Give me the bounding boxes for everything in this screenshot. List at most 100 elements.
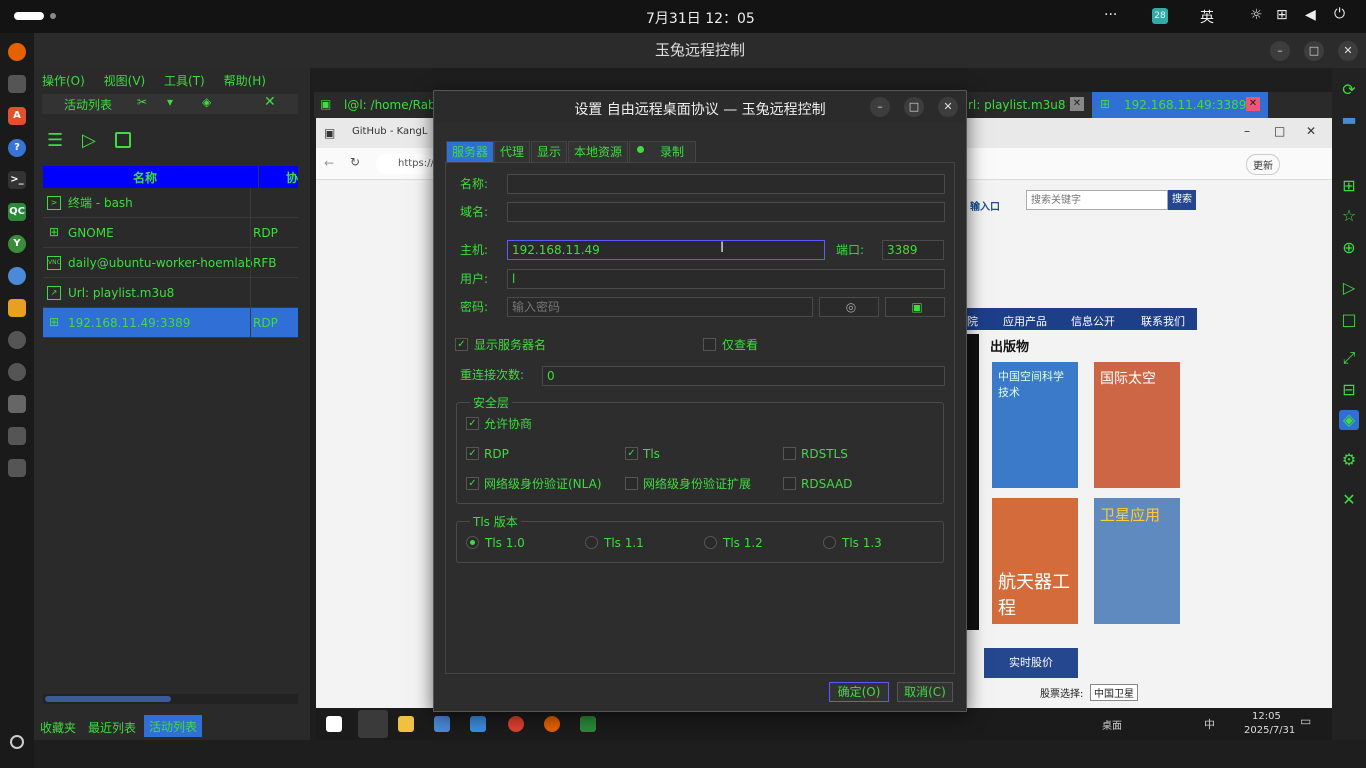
tools-icon[interactable]: ✂ <box>137 95 147 109</box>
cancel-button[interactable]: 取消(C) <box>897 682 953 702</box>
trash-icon[interactable] <box>8 459 26 477</box>
port-spinbox[interactable]: 3389 <box>882 240 944 260</box>
desktop-label[interactable]: 桌面 <box>1102 717 1122 732</box>
layers-icon[interactable]: ◈ <box>202 95 211 109</box>
reload-icon[interactable]: ↻ <box>350 155 360 169</box>
dialog-maximize-icon[interactable]: □ <box>904 97 924 117</box>
mail-icon[interactable] <box>470 716 486 732</box>
magazine-cover[interactable]: 中国空间科学技术 <box>992 362 1078 488</box>
win-ime[interactable]: 中 <box>1204 716 1215 732</box>
browser-close-icon[interactable]: ✕ <box>1306 124 1316 138</box>
tab-local-resources[interactable]: 本地资源 <box>568 141 629 163</box>
tab-proxy[interactable]: 代理 <box>494 141 531 163</box>
folder-icon[interactable]: ▬ <box>1339 110 1359 130</box>
input-method[interactable]: 英 <box>1200 7 1214 27</box>
magazine-cover[interactable]: 卫星应用 <box>1094 498 1180 624</box>
browser-minimize-icon[interactable]: – <box>1244 124 1250 138</box>
settings-app-icon[interactable] <box>8 363 26 381</box>
play-icon[interactable]: ▷ <box>1339 278 1359 298</box>
notes-icon[interactable] <box>8 299 26 317</box>
browser-maximize-icon[interactable]: □ <box>1274 124 1285 138</box>
disconnect-icon[interactable]: ✕ <box>1339 490 1359 510</box>
show-server-checkbox[interactable]: ✓ <box>455 338 468 351</box>
tls12-radio[interactable] <box>704 536 717 549</box>
nav-item[interactable]: 院 <box>967 313 978 329</box>
maximize-icon[interactable]: □ <box>1304 41 1324 61</box>
firefox-win-icon[interactable] <box>544 716 560 732</box>
connection-row[interactable]: ⊞ GNOME RDP <box>43 218 298 248</box>
close-icon[interactable]: ✕ <box>1338 41 1358 61</box>
star-icon[interactable]: ☆ <box>1339 206 1359 226</box>
tab-display[interactable]: 显示 <box>531 141 568 163</box>
tab-active[interactable]: 活动列表 <box>144 715 203 737</box>
user-field[interactable]: l <box>507 269 945 289</box>
layers-icon[interactable]: ◈ <box>1339 410 1359 430</box>
files-icon[interactable] <box>8 75 26 93</box>
login-link[interactable]: 输入口 <box>970 198 1000 213</box>
remote-icon[interactable] <box>8 331 26 349</box>
list-icon[interactable]: ☰ <box>47 130 63 151</box>
session-tab-terminal[interactable]: l@l: /home/Rab <box>344 98 436 112</box>
qc-win-icon[interactable] <box>580 716 596 732</box>
update-button[interactable]: 更新 <box>1246 154 1280 175</box>
allow-negotiate-checkbox[interactable]: ✓ <box>466 417 479 430</box>
close-tab-icon[interactable]: ✕ <box>1246 97 1260 111</box>
col-name-header[interactable]: 名称 <box>133 169 157 186</box>
brightness-icon[interactable]: ☼ <box>1250 7 1263 23</box>
tls11-radio[interactable] <box>585 536 598 549</box>
col-proto-header[interactable]: 协 <box>286 169 298 186</box>
h-scrollbar[interactable] <box>43 694 298 704</box>
nla-checkbox[interactable]: ✓ <box>466 477 479 490</box>
tab-favorites[interactable]: 收藏夹 <box>40 719 76 736</box>
connection-row[interactable]: > 终端 - bash <box>43 188 298 218</box>
save-password-icon[interactable]: ▣ <box>885 297 945 317</box>
square-icon[interactable]: □ <box>1339 310 1359 330</box>
add-icon[interactable]: ⊕ <box>1339 238 1359 258</box>
workspace-dot[interactable] <box>50 13 56 19</box>
edge-active-icon[interactable] <box>358 710 388 738</box>
menu-help[interactable]: 帮助(H) <box>224 74 266 88</box>
app-grid-icon[interactable] <box>10 735 24 749</box>
search-app-icon[interactable] <box>8 395 26 413</box>
tls10-radio[interactable] <box>466 536 479 549</box>
tab-recent[interactable]: 最近列表 <box>88 719 136 736</box>
sidebar-toggle-icon[interactable]: ▣ <box>324 126 335 140</box>
store-icon[interactable]: A <box>8 107 26 125</box>
volume-icon[interactable]: ◀ <box>1305 7 1316 23</box>
close-tab-icon[interactable]: ✕ <box>1070 97 1084 111</box>
windows-icon[interactable]: ⊞ <box>1339 176 1359 196</box>
show-password-icon[interactable]: ◎ <box>819 297 879 317</box>
clock[interactable]: 7月31日 12：05 <box>646 8 755 28</box>
help-icon[interactable]: ? <box>8 139 26 157</box>
tab-server[interactable]: 服务器 <box>446 141 495 163</box>
close-panel-icon[interactable]: ✕ <box>264 94 276 110</box>
menu-view[interactable]: 视图(V) <box>104 74 146 88</box>
stop-icon[interactable] <box>115 132 131 148</box>
power-icon[interactable]: ⏻ <box>1334 6 1345 22</box>
magazine-cover[interactable]: 航天器工程 <box>992 498 1078 624</box>
network-icon[interactable]: ⊟ <box>1339 380 1359 400</box>
github-tab[interactable]: GitHub - KangL <box>352 126 427 137</box>
win-date[interactable]: 2025/7/31 <box>1244 725 1295 736</box>
nla-ext-checkbox[interactable] <box>625 477 638 490</box>
minimize-icon[interactable]: – <box>1270 41 1290 61</box>
win-time[interactable]: 12:05 <box>1252 711 1281 722</box>
fullscreen-icon[interactable]: ⤢ <box>1339 348 1359 368</box>
site-search-input[interactable] <box>1026 190 1168 210</box>
back-icon[interactable]: ← <box>324 156 334 170</box>
connection-row-selected[interactable]: ⊞ 192.168.11.49:3389 RDP <box>43 308 298 338</box>
ok-button[interactable]: 确定(O) <box>829 682 889 702</box>
nav-item[interactable]: 联系我们 <box>1141 313 1185 329</box>
nav-item[interactable]: 信息公开 <box>1071 313 1115 329</box>
notification-icon[interactable]: ▭ <box>1300 714 1311 728</box>
site-search-button[interactable]: 搜索 <box>1168 190 1196 210</box>
terminal-icon[interactable]: >_ <box>8 171 26 189</box>
refresh-icon[interactable]: ⟳ <box>1339 80 1359 100</box>
chromium-icon[interactable] <box>8 267 26 285</box>
connection-row[interactable]: ↗ Url: playlist.m3u8 <box>43 278 298 308</box>
chrome-icon[interactable] <box>508 716 524 732</box>
session-tab-rdp[interactable]: ⊞ 192.168.11.49:3389 <box>1092 92 1268 118</box>
disk-icon[interactable] <box>8 427 26 445</box>
address-bar[interactable]: https:// <box>376 154 436 174</box>
tls13-radio[interactable] <box>823 536 836 549</box>
